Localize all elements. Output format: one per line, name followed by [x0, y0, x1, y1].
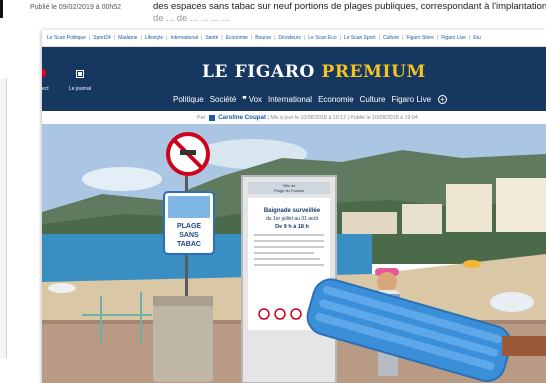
plage-text: PLAGE	[177, 223, 201, 230]
notice-dates: du 1er juillet au 31 août	[266, 216, 319, 222]
newspaper-icon[interactable]	[76, 70, 84, 78]
top-nav-link[interactable]: Etu	[470, 35, 484, 41]
article-byline: Par Caroline Coupat | Mis à jour le 10/0…	[42, 111, 546, 124]
direct-red-icon[interactable]	[42, 69, 46, 77]
railing-post	[140, 292, 142, 344]
article-modal: Le Scan Politique | Sport24 | Madame | Lifesty…	[42, 30, 546, 383]
nav-item-vox[interactable]: ❞ Vox	[242, 95, 262, 104]
cigarette	[180, 150, 196, 155]
notice-line	[254, 234, 324, 236]
plus-icon[interactable]: +	[438, 94, 448, 104]
top-sections-nav: Le Scan Politique | Sport24 | Madame | Lifesty…	[42, 30, 546, 47]
trash-bin-lid	[153, 296, 213, 306]
sign-illustration	[168, 196, 210, 218]
journal-link[interactable]: Le journal	[69, 86, 91, 92]
background-publish-date: Publié le 09/02/2019 à 00h52	[30, 4, 122, 11]
top-nav-link[interactable]: Figaro Store	[403, 35, 437, 41]
top-nav-link[interactable]: Santé	[202, 35, 221, 41]
quote-icon: ❞	[242, 94, 247, 104]
railing-post	[100, 296, 102, 344]
logo-premium: PREMIUM	[321, 62, 426, 82]
top-nav-link[interactable]: Le Scan Politique	[44, 35, 89, 41]
site-logo[interactable]: LE FIGARO PREMIUM	[202, 62, 426, 82]
prohibition-icon	[274, 308, 286, 320]
top-nav-link[interactable]: Décideurs	[275, 35, 304, 41]
logo-main: LE FIGARO	[202, 62, 315, 82]
left-edge-bar	[0, 0, 3, 18]
main-nav: Politique Société ❞ Vox International Eco…	[173, 92, 448, 106]
prohibition-icon	[290, 308, 302, 320]
notice-line	[254, 264, 324, 266]
top-nav-link[interactable]: Sport24	[90, 35, 114, 41]
notice-hours: De 9 h à 18 h	[275, 224, 309, 230]
nav-item-economie[interactable]: Economie	[318, 95, 354, 104]
background-article-text: des espaces sans tabac sur neuf portions…	[153, 1, 546, 31]
wooden-bench	[502, 336, 546, 356]
top-nav-link[interactable]: Madame	[115, 35, 140, 41]
nav-item-societe[interactable]: Société	[210, 95, 237, 104]
top-nav-link[interactable]: Figaro Live	[438, 35, 469, 41]
notice-line	[254, 240, 324, 242]
umbrella	[463, 260, 481, 268]
top-nav-link[interactable]: Economie	[223, 35, 251, 41]
umbrella	[48, 283, 76, 293]
byline-prefix: Par	[197, 115, 206, 121]
trash-bin	[153, 296, 213, 382]
railing-bar	[82, 314, 152, 316]
nav-item-figaro-live[interactable]: Figaro Live	[391, 95, 431, 104]
notice-line	[254, 258, 320, 260]
background-text-line-1: des espaces sans tabac sur neuf portions…	[153, 1, 546, 12]
nav-item-politique[interactable]: Politique	[173, 95, 204, 104]
top-nav-link[interactable]: Le Scan Sport	[341, 35, 379, 41]
top-nav-link[interactable]: Bourse	[252, 35, 274, 41]
direct-label[interactable]: ect	[42, 86, 49, 92]
byline-meta: | Mis à jour le 10/08/2018 à 19:12 | Pub…	[267, 115, 418, 121]
premium-header: ect Le journal LE FIGARO PREMIUM Politiq…	[42, 47, 546, 111]
nav-item-culture[interactable]: Culture	[360, 95, 386, 104]
sans-text: SANS	[179, 232, 199, 239]
background-card-edge	[0, 78, 7, 358]
tabac-text: TABAC	[177, 241, 201, 248]
cloud	[82, 167, 162, 191]
building	[446, 184, 492, 232]
top-nav-link[interactable]: Lifestyle	[142, 35, 166, 41]
board-header-line2: Plage du Fossan	[274, 188, 304, 193]
person-head	[377, 272, 397, 292]
building	[342, 212, 397, 234]
article-photo[interactable]: PLAGE SANS TABAC Ville de Plage du Fossa…	[42, 124, 546, 383]
notice-line	[254, 252, 314, 254]
author-link[interactable]: Caroline Coupat	[218, 114, 266, 121]
background-text-line-2: de ... de ... ... ... ...	[153, 13, 230, 24]
top-nav-link[interactable]: Le Scan Eco	[305, 35, 339, 41]
umbrella	[490, 292, 534, 312]
top-nav-link[interactable]: International	[167, 35, 201, 41]
nav-item-vox-label: Vox	[248, 94, 263, 104]
header-left-tools: ect Le journal	[42, 47, 102, 111]
notice-line	[254, 246, 324, 248]
building	[496, 178, 546, 232]
notice-title: Baignade surveillée	[264, 208, 321, 214]
beach-photo-illustration: PLAGE SANS TABAC Ville de Plage du Fossa…	[42, 124, 546, 383]
page-root: Publié le 09/02/2019 à 00h52 des espaces…	[0, 0, 546, 383]
nav-item-international[interactable]: International	[268, 95, 312, 104]
building	[402, 204, 442, 234]
top-nav-link[interactable]: Culture	[380, 35, 402, 41]
prohibition-icon	[258, 308, 270, 320]
author-icon	[208, 114, 215, 121]
